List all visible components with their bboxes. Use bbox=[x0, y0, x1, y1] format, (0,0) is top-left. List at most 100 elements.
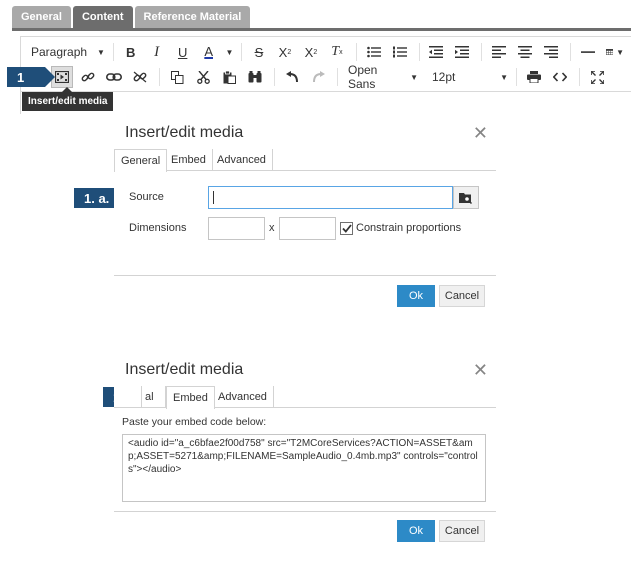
toolbar-divider bbox=[355, 43, 357, 61]
tab-general[interactable]: General bbox=[12, 6, 71, 28]
redo-button[interactable] bbox=[307, 66, 329, 88]
constrain-proportions-checkbox[interactable] bbox=[340, 222, 353, 235]
ok-button[interactable]: Ok bbox=[397, 285, 435, 307]
toolbar-divider bbox=[418, 43, 420, 61]
table-button[interactable]: ▼ bbox=[603, 41, 627, 63]
media-dialog-general: Insert/edit media ✕ General Embed Advanc… bbox=[114, 120, 496, 320]
align-center-icon bbox=[518, 46, 533, 58]
chevron-down-icon[interactable]: ▼ bbox=[224, 41, 236, 63]
bold-button[interactable]: B bbox=[120, 41, 142, 63]
dialog-footer-divider bbox=[114, 511, 496, 512]
strikethrough-button[interactable]: S bbox=[248, 41, 270, 63]
find-replace-button[interactable] bbox=[244, 66, 266, 88]
source-input[interactable] bbox=[208, 186, 453, 209]
font-family-value: Open Sans bbox=[348, 63, 378, 91]
align-left-button[interactable] bbox=[488, 41, 510, 63]
embed-code-textarea[interactable]: <audio id="a_c6bfae2f00d758" src="T2MCor… bbox=[122, 434, 486, 502]
italic-button[interactable]: I bbox=[146, 41, 168, 63]
dialog-tab-advanced[interactable]: Advanced bbox=[212, 386, 274, 408]
toolbar-row-2: Open Sans ▼ 12pt ▼ bbox=[27, 63, 631, 91]
copy-icon bbox=[170, 70, 183, 84]
dialog-tab-embed[interactable]: Embed bbox=[165, 149, 213, 171]
font-family-select[interactable]: Open Sans ▼ bbox=[344, 63, 422, 91]
underline-button[interactable]: U bbox=[172, 41, 194, 63]
superscript-button[interactable]: X2 bbox=[300, 41, 322, 63]
numbered-list-icon bbox=[392, 46, 407, 58]
cancel-button[interactable]: Cancel bbox=[439, 285, 485, 307]
binoculars-icon bbox=[248, 71, 262, 83]
dialog-tab-general[interactable]: General bbox=[114, 149, 168, 172]
cut-button[interactable] bbox=[192, 66, 214, 88]
toolbar-divider bbox=[579, 68, 580, 86]
constrain-proportions-label[interactable]: Constrain proportions bbox=[356, 222, 461, 234]
dialog-tabs: al Embed Advanced bbox=[114, 386, 496, 409]
close-icon[interactable]: ✕ bbox=[473, 124, 488, 142]
insert-link-button[interactable] bbox=[77, 66, 99, 88]
subscript-button[interactable]: X2 bbox=[274, 41, 296, 63]
code-icon bbox=[553, 72, 567, 82]
dialog-tabs: General Embed Advanced bbox=[114, 149, 496, 172]
fullscreen-icon bbox=[590, 70, 604, 84]
close-icon[interactable]: ✕ bbox=[473, 361, 488, 379]
fullscreen-button[interactable] bbox=[586, 66, 608, 88]
align-right-button[interactable] bbox=[540, 41, 562, 63]
cancel-button[interactable]: Cancel bbox=[439, 520, 485, 542]
indent-button[interactable] bbox=[451, 41, 473, 63]
browse-button[interactable] bbox=[453, 186, 479, 209]
source-code-button[interactable] bbox=[549, 66, 571, 88]
toolbar-divider bbox=[159, 68, 160, 86]
table-icon bbox=[605, 49, 614, 55]
superscript-mark: 2 bbox=[313, 48, 318, 56]
tab-content[interactable]: Content bbox=[72, 6, 133, 28]
dialog-tab-embed[interactable]: Embed bbox=[166, 386, 215, 409]
indent-icon bbox=[455, 46, 470, 58]
horizontal-rule-button[interactable] bbox=[577, 41, 599, 63]
font-size-select[interactable]: 12pt ▼ bbox=[428, 66, 512, 88]
anchor-link-button[interactable] bbox=[103, 66, 125, 88]
height-input[interactable] bbox=[279, 217, 336, 240]
format-select[interactable]: Paragraph ▼ bbox=[27, 41, 109, 63]
chain-link-icon bbox=[106, 73, 122, 81]
numbered-list-button[interactable] bbox=[389, 41, 411, 63]
align-right-icon bbox=[544, 46, 559, 58]
bullet-list-icon bbox=[366, 46, 381, 58]
clear-formatting-button[interactable]: Tx bbox=[326, 41, 348, 63]
print-icon bbox=[527, 71, 541, 83]
copy-button[interactable] bbox=[166, 66, 188, 88]
chevron-down-icon: ▼ bbox=[500, 72, 508, 82]
editor-left-border bbox=[20, 92, 21, 114]
outdent-button[interactable] bbox=[425, 41, 447, 63]
dimension-separator: x bbox=[269, 222, 275, 234]
print-button[interactable] bbox=[523, 66, 545, 88]
dialog-tab-general[interactable]: al bbox=[141, 386, 166, 408]
superscript-icon: X bbox=[304, 44, 314, 60]
paste-button[interactable] bbox=[218, 66, 240, 88]
toolbar-divider bbox=[337, 68, 338, 86]
source-label: Source bbox=[129, 191, 164, 203]
toolbar-row-1: Paragraph ▼ B I U A ▼ S X2 X2 Tx ▼ bbox=[27, 40, 631, 64]
align-center-button[interactable] bbox=[514, 41, 536, 63]
chevron-down-icon: ▼ bbox=[97, 47, 105, 57]
editor-toolbar: Paragraph ▼ B I U A ▼ S X2 X2 Tx ▼ Open … bbox=[20, 36, 631, 92]
undo-button[interactable] bbox=[281, 66, 303, 88]
toolbar-divider bbox=[481, 43, 483, 61]
tab-reference-material[interactable]: Reference Material bbox=[134, 6, 251, 28]
subscript-icon: X bbox=[278, 44, 288, 60]
font-size-value: 12pt bbox=[432, 70, 456, 84]
font-color-button[interactable]: A bbox=[198, 41, 220, 63]
chevron-down-icon: ▼ bbox=[616, 47, 624, 57]
embed-instruction: Paste your embed code below: bbox=[122, 416, 267, 428]
bullet-list-button[interactable] bbox=[363, 41, 385, 63]
step-1a-callout: 1. a. bbox=[74, 188, 124, 208]
chevron-down-icon: ▼ bbox=[410, 72, 418, 82]
ok-button[interactable]: Ok bbox=[397, 520, 435, 542]
redo-icon bbox=[312, 71, 325, 83]
font-color-icon: A bbox=[204, 44, 213, 59]
horizontal-rule-icon bbox=[580, 51, 595, 53]
dialog-tab-advanced[interactable]: Advanced bbox=[211, 149, 273, 171]
folder-search-icon bbox=[459, 192, 473, 204]
dialog-title: Insert/edit media bbox=[125, 124, 244, 141]
width-input[interactable] bbox=[208, 217, 265, 240]
unlink-button[interactable] bbox=[129, 66, 151, 88]
scissors-icon bbox=[196, 70, 210, 84]
